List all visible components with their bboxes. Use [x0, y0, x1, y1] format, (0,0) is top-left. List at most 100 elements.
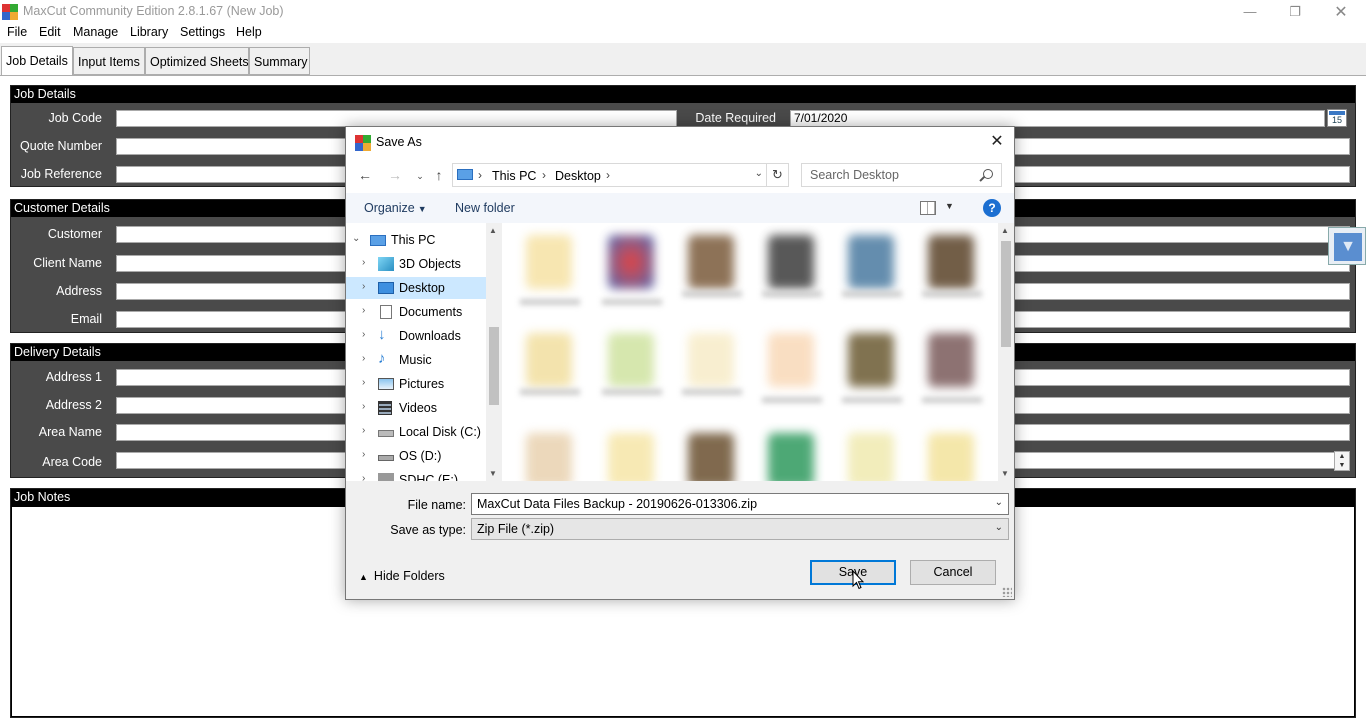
date-required-input[interactable]: 7/01/2020	[790, 110, 1325, 127]
file-list-scrollbar[interactable]: ▲ ▼	[998, 223, 1014, 481]
back-arrow-icon[interactable]: ←	[355, 167, 375, 183]
file-list[interactable]	[502, 223, 1014, 481]
file-name-input[interactable]: MaxCut Data Files Backup - 20190626-0133…	[471, 493, 1009, 515]
help-icon[interactable]: ?	[983, 199, 1001, 217]
file-thumbnail[interactable]	[768, 433, 814, 481]
hide-folders-button[interactable]: ▲ Hide Folders	[359, 569, 445, 583]
tree-item-documents[interactable]: › Documents	[346, 301, 486, 323]
file-thumbnail[interactable]	[928, 235, 974, 289]
chevron-right-icon[interactable]: ›	[362, 401, 365, 412]
job-code-input[interactable]	[116, 110, 677, 127]
scroll-up-icon[interactable]: ▲	[1001, 226, 1009, 235]
breadcrumb-this-pc[interactable]: This PC	[492, 169, 536, 183]
tree-item-downloads[interactable]: › ↓ Downloads	[346, 325, 486, 347]
close-icon[interactable]: ✕	[986, 131, 1008, 153]
file-thumbnail[interactable]	[848, 235, 894, 289]
menu-settings[interactable]: Settings	[180, 25, 225, 39]
tab-job-details[interactable]: Job Details	[1, 46, 73, 76]
cancel-button[interactable]: Cancel	[910, 560, 996, 585]
menu-library[interactable]: Library	[130, 25, 168, 39]
tree-item-sdhc-e[interactable]: › SDHC (E:)	[346, 469, 486, 481]
calendar-icon[interactable]: 15	[1327, 109, 1347, 127]
file-thumbnail[interactable]	[526, 235, 572, 289]
tree-item-local-disk-c[interactable]: › Local Disk (C:)	[346, 421, 486, 443]
address-bar[interactable]: › This PC › Desktop › ⌄	[452, 163, 767, 187]
file-thumbnail[interactable]	[688, 235, 734, 289]
tree-item-pictures[interactable]: › Pictures	[346, 373, 486, 395]
chevron-right-icon[interactable]: ›	[362, 281, 365, 292]
file-thumbnail[interactable]	[768, 333, 814, 387]
chevron-down-icon[interactable]: ⌄	[352, 233, 360, 244]
scroll-down-icon[interactable]: ▼	[1001, 469, 1009, 478]
chevron-right-icon[interactable]: ›	[362, 305, 365, 316]
chevron-down-icon[interactable]: ⌄	[995, 497, 1003, 508]
file-caption	[762, 291, 822, 297]
caret-down-icon[interactable]: ▼	[945, 201, 954, 211]
file-thumbnail[interactable]	[526, 433, 572, 481]
chevron-right-icon[interactable]: ›	[362, 449, 365, 460]
tree-item-music[interactable]: › ♪ Music	[346, 349, 486, 371]
side-panel-toggle[interactable]: ▼	[1328, 227, 1366, 265]
menu-file[interactable]: File	[7, 25, 27, 39]
chevron-right-icon[interactable]: ›	[362, 257, 365, 268]
refresh-icon[interactable]: ↻	[767, 163, 789, 187]
chevron-down-icon[interactable]: ⌄	[995, 522, 1003, 533]
chevron-right-icon[interactable]: ›	[362, 353, 365, 364]
restore-icon[interactable]: ❐	[1272, 0, 1318, 23]
tree-item-desktop[interactable]: › Desktop	[346, 277, 486, 299]
search-icon[interactable]	[983, 169, 993, 179]
search-input[interactable]	[808, 167, 978, 183]
tree-scrollbar[interactable]: ▲ ▼	[486, 223, 502, 481]
pc-icon	[457, 169, 473, 180]
area-code-spinner[interactable]: ▲ ▼	[1334, 451, 1350, 471]
file-thumbnail[interactable]	[848, 433, 894, 481]
menu-help[interactable]: Help	[236, 25, 262, 39]
breadcrumb-desktop[interactable]: Desktop	[555, 169, 601, 183]
scrollbar-thumb[interactable]	[1001, 241, 1011, 347]
forward-arrow-icon[interactable]: →	[385, 167, 405, 183]
chevron-right-icon[interactable]: ›	[362, 473, 365, 481]
app-icon	[355, 135, 371, 151]
close-icon[interactable]: ✕	[1318, 0, 1364, 23]
chevron-right-icon[interactable]: ›	[362, 377, 365, 388]
file-thumbnail[interactable]	[608, 235, 654, 289]
menu-manage[interactable]: Manage	[73, 25, 118, 39]
chevron-down-icon[interactable]: ⌄	[755, 168, 763, 179]
file-thumbnail[interactable]	[928, 433, 974, 481]
file-thumbnail[interactable]	[688, 433, 734, 481]
recent-locations-chevron-icon[interactable]: ⌄	[410, 171, 430, 182]
tree-item-3d-objects[interactable]: › 3D Objects	[346, 253, 486, 275]
chevron-right-icon: ›	[606, 168, 610, 182]
tree-item-os-d[interactable]: › OS (D:)	[346, 445, 486, 467]
navigation-bar: ← → ⌄ ↑ › This PC › Desktop › ⌄ ↻	[346, 157, 1014, 193]
file-thumbnail[interactable]	[768, 235, 814, 289]
desktop-icon	[378, 282, 394, 294]
tab-input-items[interactable]: Input Items	[73, 47, 145, 75]
file-thumbnail[interactable]	[688, 333, 734, 387]
minimize-icon[interactable]: —	[1227, 0, 1273, 23]
tab-summary[interactable]: Summary	[249, 47, 310, 75]
up-arrow-icon[interactable]: ↑	[429, 167, 449, 183]
new-folder-button[interactable]: New folder	[455, 201, 515, 215]
file-thumbnail[interactable]	[928, 333, 974, 387]
search-box[interactable]	[801, 163, 1002, 187]
scroll-down-icon[interactable]: ▼	[489, 469, 497, 478]
file-thumbnail[interactable]	[848, 333, 894, 387]
chevron-right-icon[interactable]: ›	[362, 425, 365, 436]
scrollbar-thumb[interactable]	[489, 327, 499, 405]
resize-grip-icon[interactable]	[1002, 587, 1012, 597]
tab-optimized-sheets[interactable]: Optimized Sheets	[145, 47, 249, 75]
organize-button[interactable]: Organize ▼	[364, 201, 427, 215]
file-thumbnail[interactable]	[526, 333, 572, 387]
file-thumbnail[interactable]	[608, 333, 654, 387]
tree-item-this-pc[interactable]: ⌄ This PC	[346, 229, 486, 251]
chevron-up-icon: ▲	[359, 572, 368, 582]
chevron-right-icon[interactable]: ›	[362, 329, 365, 340]
file-thumbnail[interactable]	[608, 433, 654, 481]
tree-item-videos[interactable]: › Videos	[346, 397, 486, 419]
scroll-up-icon[interactable]: ▲	[489, 226, 497, 235]
save-type-select[interactable]: Zip File (*.zip) ⌄	[471, 518, 1009, 540]
tree-label: Documents	[399, 305, 463, 319]
view-options-icon[interactable]	[920, 201, 936, 215]
menu-edit[interactable]: Edit	[39, 25, 61, 39]
